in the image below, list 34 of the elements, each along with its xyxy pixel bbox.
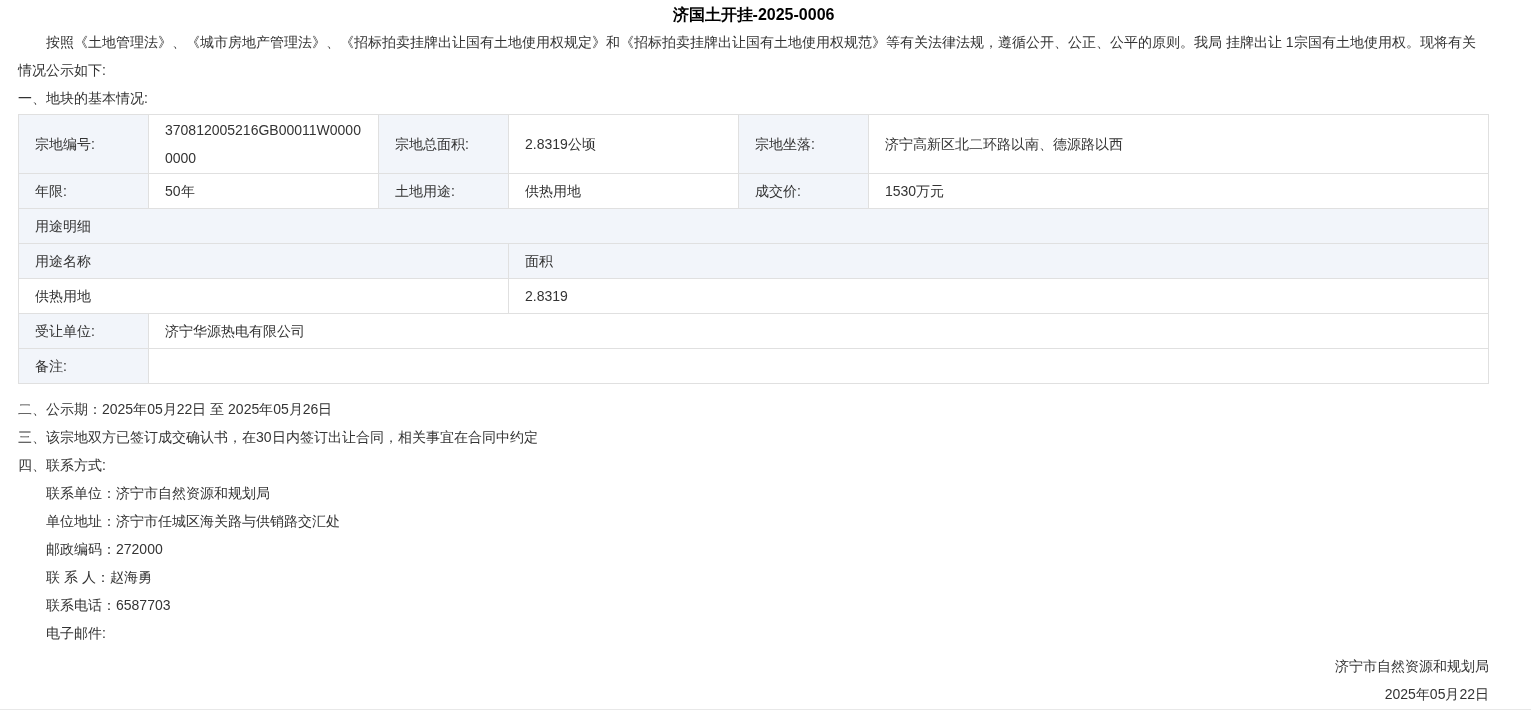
table-section-heading: 用途明细 [18,208,1489,244]
value-cell: 供热用地 [508,173,739,209]
label-cell: 年限: [18,173,149,209]
contact-line: 联系单位：济宁市自然资源和规划局 [45,484,271,503]
contact-line: 联系电话：6587703 [45,596,172,615]
contact-line: 电子邮件: [45,624,107,643]
label-cell: 土地用途: [378,173,509,209]
value-cell: 50年 [148,173,379,209]
issue-date: 2025年05月22日 [1383,685,1489,704]
table-cell: 供热用地 [18,278,509,314]
label-cell: 备注: [18,348,149,384]
label-cell: 成交价: [738,173,869,209]
column-header: 面积 [508,243,1489,279]
label-cell: 受让单位: [18,313,149,349]
section-text: 三、该宗地双方已签订成交确认书，在30日内签订出让合同，相关事宜在合同中约定 [18,428,539,447]
label-cell: 宗地编号: [18,114,149,174]
contact-line: 邮政编码：272000 [45,540,164,559]
intro-paragraph: 按照《土地管理法》、《城市房地产管理法》、《招标拍卖挂牌出让国有土地使用权规定》和《招标拍卖挂牌出让国有土地使用权规范》等有关法律法规，遵循公开、公正、公平的原则。我局 挂牌出让 1宗国有土地使用权。现将有关情况公示如下: [18,33,1477,80]
section-heading: 一、地块的基本情况: [18,89,149,108]
contact-line: 单位地址：济宁市任城区海关路与供销路交汇处 [45,512,341,531]
label-cell: 宗地总面积: [378,114,509,174]
issuer-name: 济宁市自然资源和规划局 [1334,657,1489,676]
contact-line: 联 系 人：赵海勇 [45,568,153,587]
value-cell: 370812005216GB00011W00000000 [148,114,379,174]
value-cell: 1530万元 [868,173,1489,209]
section-text: 二、公示期：2025年05月22日 至 2025年05月26日 [18,400,334,419]
page-title: 济国土开挂-2025-0006 [672,6,835,23]
label-cell: 宗地坐落: [738,114,869,174]
value-cell: 2.8319公顷 [508,114,739,174]
section-heading: 四、联系方式: [18,456,107,475]
table-cell: 2.8319 [508,278,1489,314]
value-cell: 济宁华源热电有限公司 [148,313,1489,349]
value-cell: 济宁高新区北二环路以南、德源路以西 [868,114,1489,174]
column-header: 用途名称 [18,243,509,279]
